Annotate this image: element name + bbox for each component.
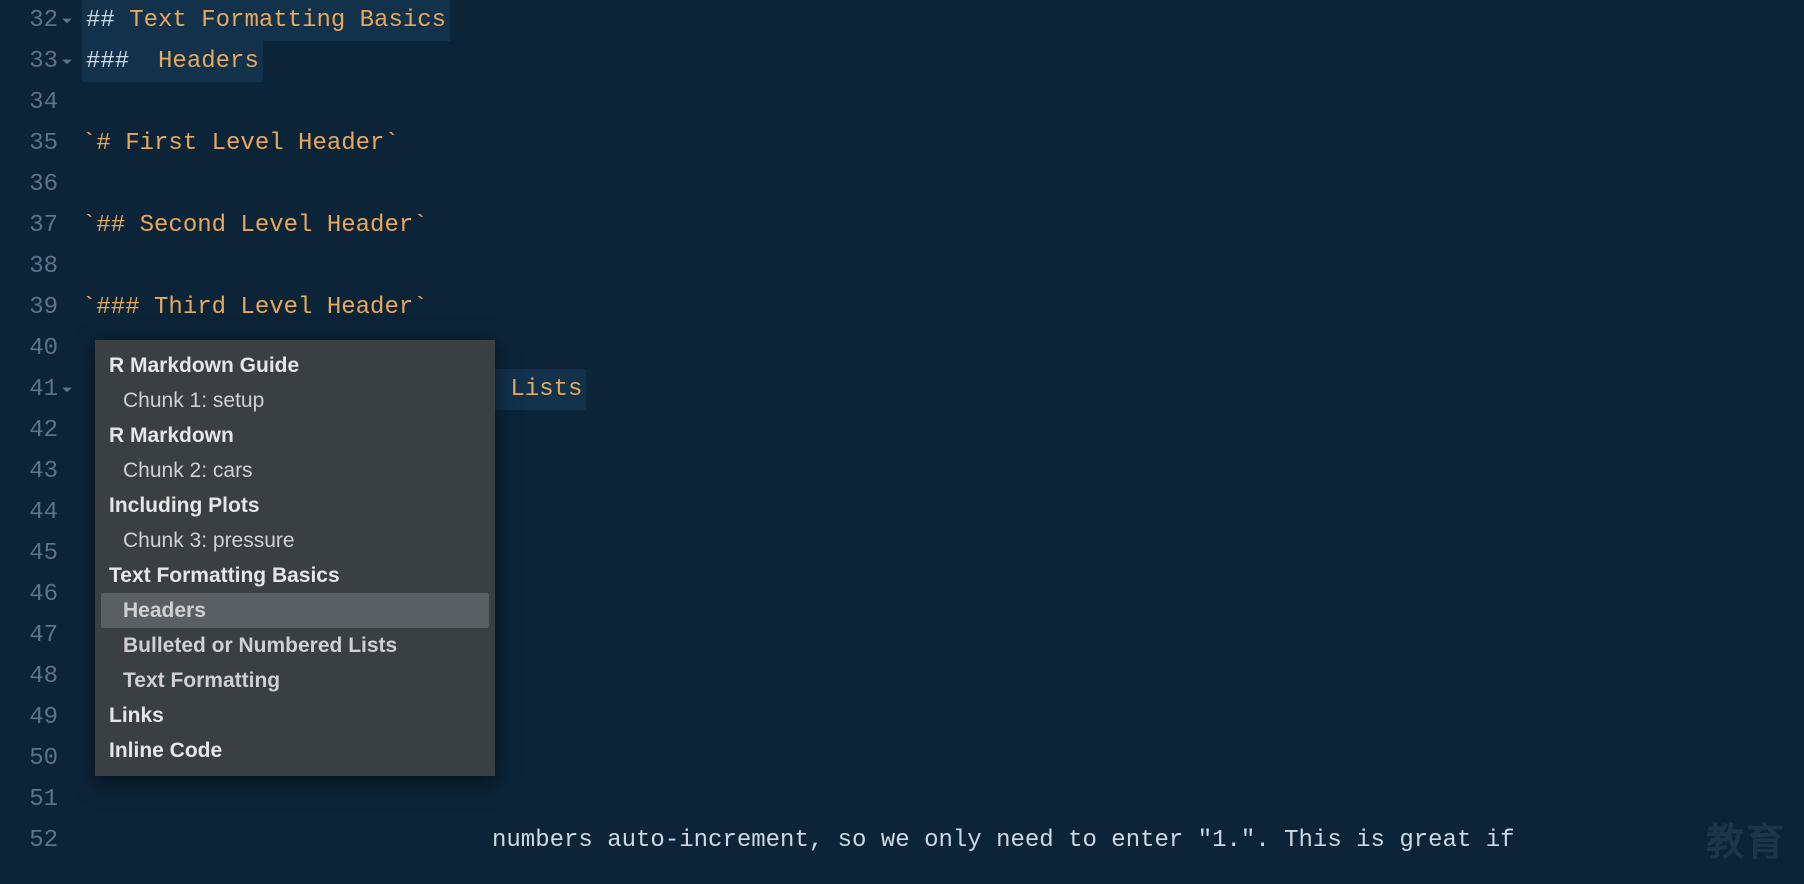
gutter[interactable]: 45: [0, 533, 82, 574]
outline-item[interactable]: Headers: [101, 593, 489, 628]
editor-line[interactable]: 39 `### Third Level Header`: [0, 287, 1804, 328]
gutter[interactable]: 35: [0, 123, 82, 164]
editor-line[interactable]: 37 `## Second Level Header`: [0, 205, 1804, 246]
editor-line[interactable]: 32 ## Text Formatting Basics: [0, 0, 1804, 41]
editor-line[interactable]: 34: [0, 82, 1804, 123]
gutter[interactable]: 47: [0, 615, 82, 656]
line-number: 46: [18, 574, 58, 615]
heading-text: Headers: [158, 48, 259, 75]
gutter[interactable]: 49: [0, 697, 82, 738]
editor-line[interactable]: 52 numbers auto-increment, so we only nee…: [0, 820, 1804, 861]
outline-item[interactable]: R Markdown: [95, 418, 495, 453]
editor-line[interactable]: 36: [0, 164, 1804, 205]
line-number: 34: [18, 82, 58, 123]
heading-text-tail: Lists: [496, 376, 582, 403]
line-number: 32: [18, 0, 58, 41]
line-number: 44: [18, 492, 58, 533]
gutter[interactable]: 51: [0, 779, 82, 820]
line-number: 35: [18, 123, 58, 164]
fold-icon[interactable]: [58, 384, 76, 396]
outline-item[interactable]: Bulleted or Numbered Lists: [95, 628, 495, 663]
code-content[interactable]: `# First Level Header`: [82, 123, 1804, 164]
gutter[interactable]: 32: [0, 0, 82, 41]
heading-text: Text Formatting Basics: [129, 7, 446, 34]
inline-code: `# First Level Header`: [82, 130, 399, 157]
gutter[interactable]: 38: [0, 246, 82, 287]
gutter[interactable]: 39: [0, 287, 82, 328]
line-number: 51: [18, 779, 58, 820]
line-number: 37: [18, 205, 58, 246]
gutter[interactable]: 50: [0, 738, 82, 779]
outline-item[interactable]: Chunk 2: cars: [95, 453, 495, 488]
outline-popup[interactable]: R Markdown GuideChunk 1: setupR Markdown…: [95, 340, 495, 776]
line-number: 38: [18, 246, 58, 287]
line-number: 52: [18, 820, 58, 861]
editor-line[interactable]: 38: [0, 246, 1804, 287]
body-text: numbers auto-increment, so we only need …: [492, 827, 1515, 854]
code-content[interactable]: numbers auto-increment, so we only need …: [82, 820, 1804, 861]
gutter[interactable]: 33: [0, 41, 82, 82]
outline-item[interactable]: Text Formatting: [95, 663, 495, 698]
gutter[interactable]: 40: [0, 328, 82, 369]
inline-code: `### Third Level Header`: [82, 294, 428, 321]
outline-item[interactable]: Including Plots: [95, 488, 495, 523]
outline-item[interactable]: Chunk 3: pressure: [95, 523, 495, 558]
gutter[interactable]: 48: [0, 656, 82, 697]
line-number: 33: [18, 41, 58, 82]
editor-line[interactable]: 35 `# First Level Header`: [0, 123, 1804, 164]
inline-code: `## Second Level Header`: [82, 212, 428, 239]
line-number: 39: [18, 287, 58, 328]
fold-icon[interactable]: [58, 15, 76, 27]
gutter[interactable]: 52: [0, 820, 82, 861]
gutter[interactable]: 46: [0, 574, 82, 615]
line-number: 42: [18, 410, 58, 451]
gutter[interactable]: 43: [0, 451, 82, 492]
line-number: 43: [18, 451, 58, 492]
line-number: 41: [18, 369, 58, 410]
line-number: 50: [18, 738, 58, 779]
heading-hash: ##: [86, 7, 115, 34]
outline-item[interactable]: Links: [95, 698, 495, 733]
code-content[interactable]: ## Text Formatting Basics: [82, 0, 1804, 41]
gutter[interactable]: 34: [0, 82, 82, 123]
outline-item[interactable]: Inline Code: [95, 733, 495, 768]
gutter[interactable]: 36: [0, 164, 82, 205]
line-number: 36: [18, 164, 58, 205]
line-number: 48: [18, 656, 58, 697]
outline-item[interactable]: Text Formatting Basics: [95, 558, 495, 593]
heading-hash: ###: [86, 48, 129, 75]
gutter[interactable]: 42: [0, 410, 82, 451]
code-content[interactable]: `### Third Level Header`: [82, 287, 1804, 328]
code-content[interactable]: ### Headers: [82, 41, 1804, 82]
gutter[interactable]: 41: [0, 369, 82, 410]
outline-item[interactable]: R Markdown Guide: [95, 348, 495, 383]
gutter[interactable]: 44: [0, 492, 82, 533]
code-content[interactable]: `## Second Level Header`: [82, 205, 1804, 246]
fold-icon[interactable]: [58, 56, 76, 68]
outline-item[interactable]: Chunk 1: setup: [95, 383, 495, 418]
editor-line[interactable]: 33 ### Headers: [0, 41, 1804, 82]
line-number: 45: [18, 533, 58, 574]
editor-line[interactable]: 51: [0, 779, 1804, 820]
line-number: 49: [18, 697, 58, 738]
line-number: 47: [18, 615, 58, 656]
line-number: 40: [18, 328, 58, 369]
gutter[interactable]: 37: [0, 205, 82, 246]
